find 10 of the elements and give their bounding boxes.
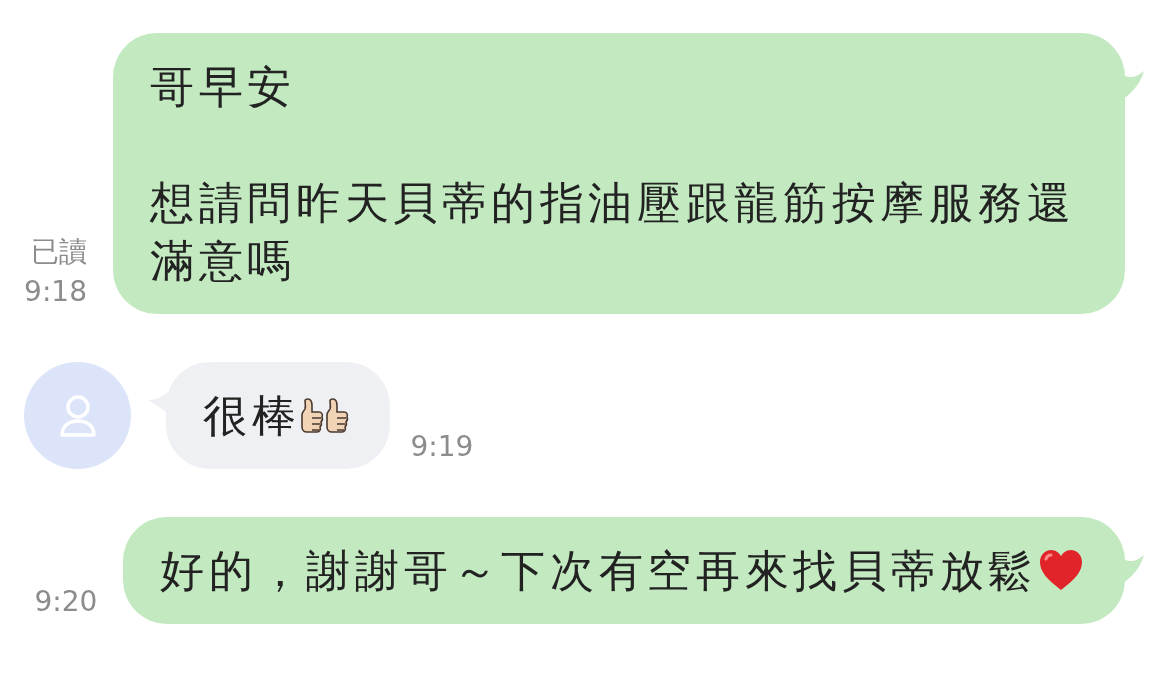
heart-icon	[1037, 548, 1085, 592]
message-text: 想請問昨天貝蒂的指油壓跟龍筋按摩服務還滿意嗎	[150, 177, 1076, 286]
message-text: 好的，謝謝哥～下次有空再來找貝蒂放鬆	[160, 545, 1037, 596]
timestamp: 9:19	[410, 429, 474, 465]
timestamp: 9:20	[34, 584, 98, 620]
person-icon	[57, 392, 98, 439]
timestamp: 9:18	[24, 274, 87, 310]
message-text: 很棒	[203, 390, 301, 441]
read-receipt: 已讀	[31, 234, 87, 270]
message-text: 哥早安	[150, 60, 298, 114]
